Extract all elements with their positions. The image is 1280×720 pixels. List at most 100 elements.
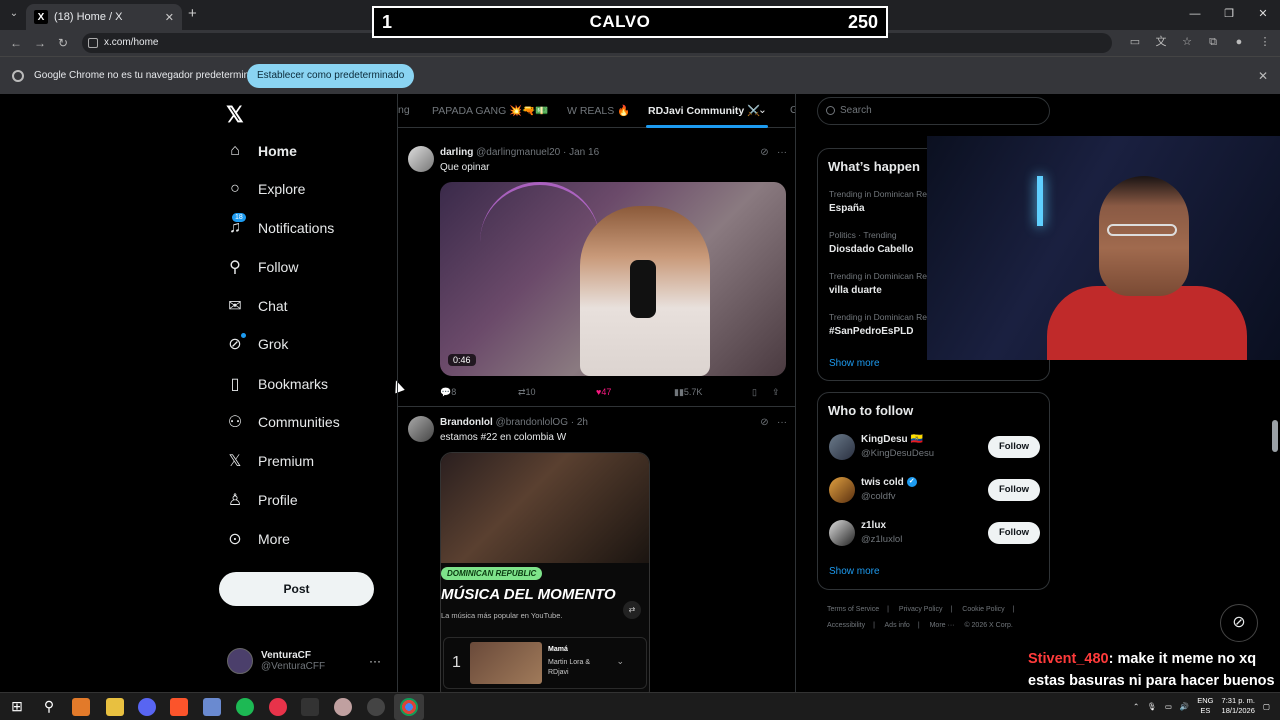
- grok-fab-icon[interactable]: ⊘: [1220, 604, 1258, 642]
- chrome-icon[interactable]: [400, 698, 418, 716]
- browser-tab[interactable]: X (18) Home / X ✕: [26, 4, 182, 30]
- scrollbar-thumb[interactable]: [1272, 420, 1278, 452]
- url-text: x.com/home: [104, 37, 159, 48]
- obs-red-icon[interactable]: [269, 698, 287, 716]
- nav-communities[interactable]: ⚇ Communities: [226, 407, 340, 437]
- spotify-icon[interactable]: [236, 698, 254, 716]
- close-window-icon[interactable]: ✕: [1246, 0, 1280, 28]
- footer-links: Terms of Service | Privacy Policy | Cookie…: [827, 602, 1047, 634]
- translate-icon[interactable]: 文: [1154, 34, 1168, 50]
- follow-button[interactable]: Follow: [988, 479, 1040, 501]
- webcam-overlay: [927, 136, 1280, 360]
- close-tab-icon[interactable]: ✕: [165, 11, 174, 24]
- nav-more[interactable]: ⊙ More: [226, 524, 290, 554]
- bookmark-star-icon[interactable]: ☆: [1180, 34, 1194, 50]
- infobar-close-icon[interactable]: ✕: [1258, 69, 1268, 83]
- suggestion-name[interactable]: twis cold ✓: [861, 477, 917, 488]
- new-tab-icon[interactable]: +: [188, 6, 197, 22]
- obs-icon[interactable]: [367, 698, 385, 716]
- menu-icon[interactable]: ⋮: [1258, 34, 1272, 50]
- language-indicator[interactable]: ENG ES: [1197, 696, 1213, 716]
- discord-icon[interactable]: [138, 698, 156, 716]
- file-explorer-icon[interactable]: [106, 698, 124, 716]
- reload-icon[interactable]: ↻: [55, 35, 71, 51]
- account-more-icon[interactable]: ···: [369, 654, 381, 668]
- app-orange-icon[interactable]: [72, 698, 90, 716]
- nav-follow[interactable]: ⚲ Follow: [226, 252, 298, 282]
- nav-profile[interactable]: ♙ Profile: [226, 485, 298, 515]
- nav-explore[interactable]: ○ Explore: [226, 174, 305, 204]
- suggestion-name[interactable]: z1lux: [861, 520, 886, 531]
- chevron-down-icon[interactable]: ⌄: [616, 656, 624, 667]
- avatar[interactable]: [829, 434, 855, 460]
- footer-link[interactable]: Cookie Policy: [962, 606, 1004, 613]
- cast-icon[interactable]: ▭: [1128, 34, 1142, 50]
- back-icon[interactable]: ←: [8, 35, 24, 51]
- app-g-icon[interactable]: [301, 698, 319, 716]
- follow-button[interactable]: Follow: [988, 436, 1040, 458]
- set-default-button[interactable]: Establecer como predeterminado: [247, 64, 415, 88]
- forward-icon[interactable]: →: [32, 35, 48, 51]
- clock-date: 18/1/2026: [1221, 706, 1255, 715]
- network-icon[interactable]: ▭: [1165, 702, 1172, 711]
- nav-bookmarks[interactable]: ▯ Bookmarks: [226, 369, 328, 399]
- tab-search-icon[interactable]: ⌄: [6, 6, 22, 22]
- footer-link[interactable]: Accessibility: [827, 622, 865, 629]
- music-chart-card[interactable]: DOMINICAN REPUBLIC MÚSICA DEL MOMENTO ⇄ …: [440, 452, 650, 692]
- chart-row[interactable]: 1 Mamá Martin Lora & RDjavi ⌄: [443, 637, 647, 689]
- tweet-author-name[interactable]: Brandonlol: [440, 417, 493, 428]
- search-input[interactable]: Search: [817, 97, 1050, 125]
- windows-start-icon[interactable]: ⊞: [8, 698, 26, 716]
- who-to-follow-title: Who to follow: [828, 403, 914, 418]
- trend-name[interactable]: Diosdado Cabello: [829, 244, 913, 255]
- person-add-icon: ⚲: [229, 259, 241, 276]
- nav-notifications[interactable]: ♫ 18 Notifications: [226, 213, 334, 243]
- brave-icon[interactable]: [170, 698, 188, 716]
- search-placeholder: Search: [840, 105, 872, 116]
- grok-dot: [241, 333, 246, 338]
- card-share-icon[interactable]: ⇄: [623, 601, 641, 619]
- footer-link[interactable]: Ads info: [885, 622, 910, 629]
- trend-name[interactable]: España: [829, 203, 865, 214]
- footer-separator: |: [1012, 606, 1015, 613]
- notifications-center-icon[interactable]: ▢: [1263, 702, 1270, 711]
- tweet-more-icon[interactable]: ···: [777, 417, 787, 428]
- nav-premium-label: Premium: [258, 453, 315, 469]
- clock[interactable]: 7:31 p. m. 18/1/2026: [1222, 696, 1255, 716]
- x-logo-icon[interactable]: 𝕏: [226, 102, 244, 128]
- nav-chat[interactable]: ✉ Chat: [226, 291, 287, 321]
- footer-link[interactable]: Privacy Policy: [899, 606, 943, 613]
- trend-name[interactable]: villa duarte: [829, 285, 882, 296]
- app-avatar-icon[interactable]: [334, 698, 352, 716]
- left-navigation: 𝕏 ⌂ Home ○ Explore ♫ 18 Notifications ⚲ F…: [218, 94, 396, 692]
- restore-icon[interactable]: ❐: [1212, 0, 1246, 28]
- who-to-follow-show-more[interactable]: Show more: [829, 566, 880, 577]
- trend-name[interactable]: #SanPedroEsPLD: [829, 326, 913, 337]
- avatar[interactable]: [829, 477, 855, 503]
- footer-link[interactable]: Terms of Service: [827, 606, 879, 613]
- site-info-icon[interactable]: [88, 38, 98, 48]
- tweet[interactable]: Brandonlol @brandonlolOG · 2h ⊘ ··· esta…: [398, 94, 795, 692]
- footer-link[interactable]: More ···: [930, 622, 955, 629]
- search-icon[interactable]: ⚲: [40, 698, 58, 716]
- suggestion-name[interactable]: KingDesu 🇪🇨: [861, 434, 923, 445]
- follow-button[interactable]: Follow: [988, 522, 1040, 544]
- tweet-avatar[interactable]: [408, 416, 434, 442]
- account-switcher[interactable]: VenturaCF @VenturaCFF ···: [227, 648, 387, 674]
- tray-chevron-icon[interactable]: ⌃: [1133, 702, 1139, 711]
- avatar[interactable]: [829, 520, 855, 546]
- nav-grok[interactable]: ⊘ Grok: [226, 329, 288, 359]
- minimize-icon[interactable]: —: [1178, 0, 1212, 28]
- nav-grok-label: Grok: [258, 336, 289, 352]
- calculator-icon[interactable]: [203, 698, 221, 716]
- extensions-icon[interactable]: ⧉: [1206, 34, 1220, 50]
- post-button[interactable]: Post: [219, 572, 374, 606]
- nav-premium[interactable]: 𝕏 Premium: [226, 446, 314, 476]
- nav-home[interactable]: ⌂ Home: [226, 136, 297, 166]
- microphone-icon[interactable]: 🎙: [1147, 702, 1157, 711]
- volume-icon[interactable]: 🔊: [1180, 702, 1189, 711]
- trends-show-more[interactable]: Show more: [829, 358, 880, 369]
- grok-explain-icon[interactable]: ⊘: [760, 417, 768, 428]
- profile-icon[interactable]: ●: [1232, 34, 1246, 50]
- scoreboard-name: CALVO: [589, 12, 651, 31]
